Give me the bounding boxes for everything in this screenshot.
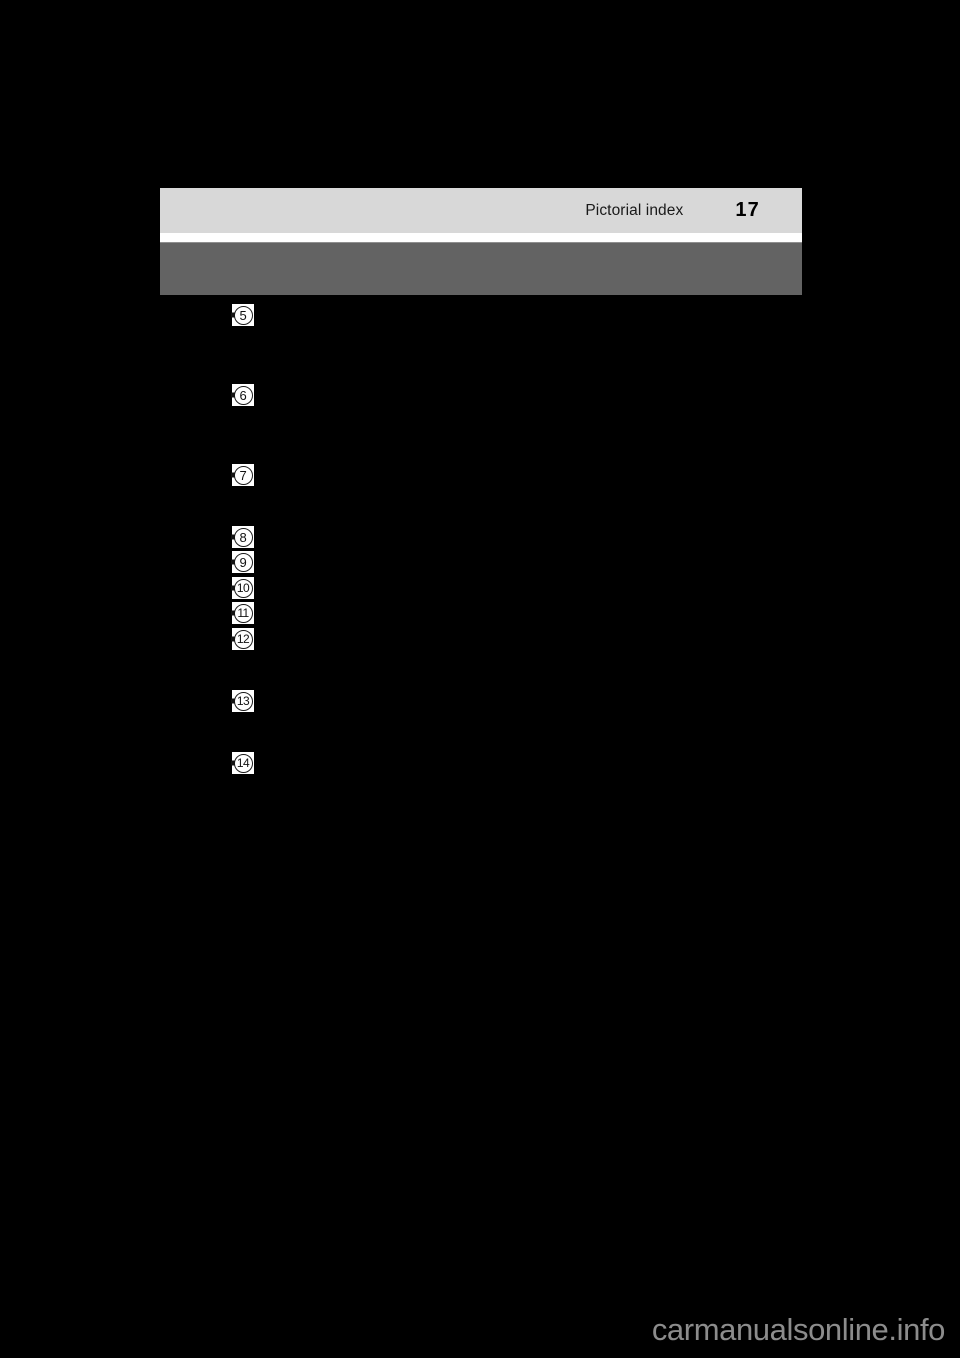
circle-outline-icon: 6 [233, 385, 253, 405]
callout-leader-notch [231, 636, 235, 642]
site-watermark: carmanualsonline.info [651, 1312, 946, 1347]
callout-marker-5: 5 [231, 304, 254, 326]
callout-marker-6: 6 [231, 384, 254, 406]
manual-page: Pictorial index 17 5 6 7 8 9 10 11 12 13 14 carma… [0, 0, 960, 1358]
callout-marker-7: 7 [231, 464, 254, 486]
callout-leader-notch [231, 472, 235, 478]
callout-marker-list: 5 6 7 8 9 10 11 12 13 14 [0, 0, 960, 1358]
callout-leader-notch [231, 312, 235, 318]
callout-number: 7 [239, 467, 247, 483]
callout-leader-notch [231, 698, 235, 704]
circle-outline-icon: 9 [233, 552, 253, 572]
circle-outline-icon: 13 [233, 691, 253, 711]
callout-marker-8: 8 [231, 526, 254, 548]
circle-outline-icon: 10 [233, 578, 253, 598]
callout-marker-14: 14 [231, 752, 254, 774]
callout-marker-12: 12 [231, 628, 254, 650]
callout-number: 12 [236, 632, 250, 646]
circle-outline-icon: 11 [233, 603, 253, 623]
callout-number: 14 [236, 756, 250, 770]
circle-outline-icon: 14 [233, 753, 253, 773]
callout-number: 5 [239, 307, 247, 323]
callout-leader-notch [231, 585, 235, 591]
circle-outline-icon: 12 [233, 629, 253, 649]
callout-marker-13: 13 [231, 690, 254, 712]
callout-number: 8 [239, 529, 247, 545]
callout-marker-11: 11 [231, 602, 254, 624]
callout-number: 9 [239, 554, 247, 570]
callout-leader-notch [231, 559, 235, 565]
callout-marker-10: 10 [231, 577, 254, 599]
callout-leader-notch [231, 610, 235, 616]
callout-number: 10 [236, 581, 250, 595]
circle-outline-icon: 7 [233, 465, 253, 485]
circle-outline-icon: 8 [233, 527, 253, 547]
callout-leader-notch [231, 534, 235, 540]
callout-number: 11 [237, 606, 249, 620]
callout-leader-notch [231, 760, 235, 766]
callout-number: 13 [236, 694, 250, 708]
callout-leader-notch [231, 392, 235, 398]
callout-number: 6 [239, 387, 247, 403]
circle-outline-icon: 5 [233, 305, 253, 325]
callout-marker-9: 9 [231, 551, 254, 573]
